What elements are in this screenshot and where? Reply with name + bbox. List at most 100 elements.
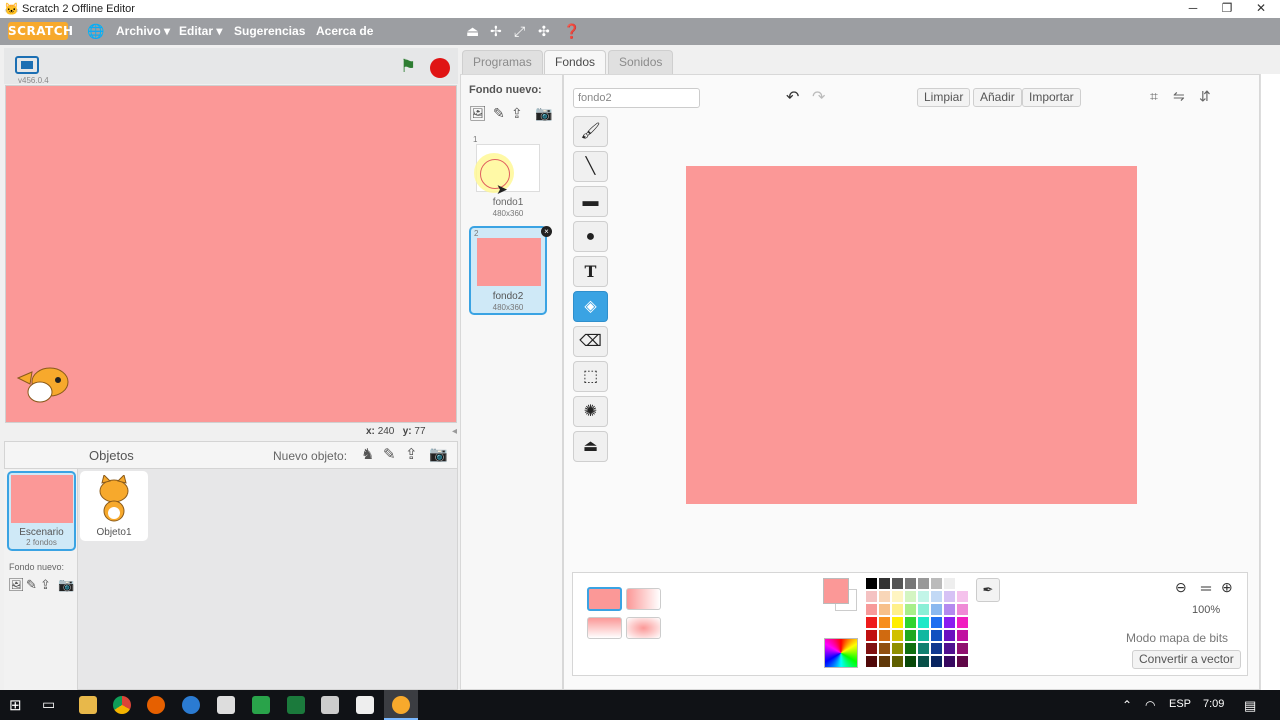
- shrink-icon[interactable]: ✣: [538, 23, 550, 40]
- fullscreen-icon[interactable]: [15, 56, 39, 74]
- fill-radial-gradient-option[interactable]: [626, 617, 661, 639]
- palette-swatch[interactable]: [931, 656, 942, 667]
- sprite-tile[interactable]: Objeto1: [80, 471, 148, 541]
- palette-swatch[interactable]: [957, 656, 968, 667]
- sprite-library-icon[interactable]: ♞: [361, 445, 374, 463]
- menu-sugerencias[interactable]: Sugerencias: [234, 24, 305, 38]
- clock[interactable]: 7:09: [1203, 698, 1224, 710]
- palette-swatch[interactable]: [957, 617, 968, 628]
- green-flag-icon[interactable]: ⚑: [400, 56, 416, 77]
- grow-icon[interactable]: ⤢: [514, 23, 525, 40]
- palette-swatch[interactable]: [944, 656, 955, 667]
- menu-editar[interactable]: Editar ▾: [179, 24, 222, 38]
- firefox-icon[interactable]: [147, 696, 165, 714]
- palette-swatch[interactable]: [957, 591, 968, 602]
- import-button[interactable]: Importar: [1022, 88, 1081, 107]
- ellipse-tool-icon[interactable]: ●: [573, 221, 608, 252]
- upload-sprite-icon[interactable]: ⇪: [405, 445, 418, 463]
- palette-swatch[interactable]: [905, 643, 916, 654]
- zoom-in-icon[interactable]: ⊕: [1221, 579, 1233, 596]
- cut-icon[interactable]: ✢: [490, 23, 502, 40]
- fill-horizontal-gradient-option[interactable]: [626, 588, 661, 610]
- palette-swatch[interactable]: [918, 578, 929, 589]
- palette-swatch[interactable]: [905, 578, 916, 589]
- palette-swatch[interactable]: [866, 591, 877, 602]
- file-explorer-icon[interactable]: [79, 696, 97, 714]
- notifications-icon[interactable]: ▤: [1244, 698, 1256, 714]
- globe-icon[interactable]: 🌐: [87, 23, 104, 40]
- palette-swatch[interactable]: [931, 578, 942, 589]
- costume-item-selected[interactable]: 2 fondo2 480x360 ×: [469, 226, 552, 315]
- stop-icon[interactable]: [430, 58, 450, 78]
- palette-swatch[interactable]: [905, 591, 916, 602]
- close-button[interactable]: ✕: [1244, 0, 1278, 18]
- minimize-button[interactable]: ─: [1176, 0, 1210, 18]
- browser-icon[interactable]: [182, 696, 200, 714]
- palette-swatch[interactable]: [879, 656, 890, 667]
- brush-tool-icon[interactable]: 🖌: [573, 116, 608, 147]
- palette-swatch[interactable]: [957, 643, 968, 654]
- palette-swatch[interactable]: [879, 643, 890, 654]
- upload-new-backdrop-icon[interactable]: ⇪: [511, 105, 523, 122]
- palette-swatch[interactable]: [879, 617, 890, 628]
- palette-swatch[interactable]: [944, 604, 955, 615]
- restore-button[interactable]: ❐: [1210, 0, 1244, 18]
- costume-item[interactable]: 1 ➤ fondo1 480x360: [470, 135, 546, 219]
- help-icon[interactable]: ❓: [563, 23, 580, 40]
- convert-to-vector-button[interactable]: Convertir a vector: [1132, 650, 1241, 669]
- add-button[interactable]: Añadir: [973, 88, 1022, 107]
- paint-new-backdrop-icon[interactable]: ✎: [493, 105, 505, 122]
- select-tool-icon[interactable]: ⬚: [573, 361, 608, 392]
- palette-swatch[interactable]: [879, 578, 890, 589]
- palette-swatch[interactable]: [905, 617, 916, 628]
- palette-swatch[interactable]: [918, 591, 929, 602]
- palette-swatch[interactable]: [905, 604, 916, 615]
- upload-backdrop-icon[interactable]: ⇪: [40, 577, 51, 593]
- stage[interactable]: [5, 85, 457, 423]
- palette-swatch[interactable]: [944, 591, 955, 602]
- stamp-icon[interactable]: ⏏: [466, 23, 479, 40]
- paint-sprite-icon[interactable]: ✎: [383, 445, 396, 463]
- line-tool-icon[interactable]: ╲: [573, 151, 608, 182]
- palette-swatch[interactable]: [892, 656, 903, 667]
- palette-swatch[interactable]: [944, 643, 955, 654]
- palette-swatch[interactable]: [892, 591, 903, 602]
- task-view-icon[interactable]: ▭: [42, 696, 55, 713]
- delete-costume-icon[interactable]: ×: [541, 226, 552, 237]
- app-green-icon[interactable]: [252, 696, 270, 714]
- window-icon[interactable]: [356, 696, 374, 714]
- wifi-icon[interactable]: ◠: [1145, 698, 1155, 712]
- palette-swatch[interactable]: [944, 630, 955, 641]
- palette-swatch[interactable]: [944, 578, 955, 589]
- palette-swatch[interactable]: [931, 591, 942, 602]
- palette-swatch[interactable]: [918, 643, 929, 654]
- palette-swatch[interactable]: [957, 578, 968, 589]
- palette-swatch[interactable]: [918, 604, 929, 615]
- color-palette[interactable]: [866, 578, 970, 670]
- scrollbar[interactable]: [1260, 74, 1280, 690]
- rectangle-tool-icon[interactable]: ▬: [573, 186, 608, 217]
- scratch-logo[interactable]: SCRATCH: [8, 22, 73, 40]
- palette-swatch[interactable]: [866, 604, 877, 615]
- language-indicator[interactable]: ESP: [1169, 698, 1191, 710]
- primary-color[interactable]: [823, 578, 849, 604]
- cat-sprite-icon[interactable]: [10, 358, 76, 412]
- paint-backdrop-icon[interactable]: ✎: [26, 577, 37, 593]
- fill-vertical-gradient-option[interactable]: [587, 617, 622, 639]
- palette-swatch[interactable]: [931, 643, 942, 654]
- eraser-tool-icon[interactable]: ⌫: [573, 326, 608, 357]
- palette-swatch[interactable]: [905, 630, 916, 641]
- palette-swatch[interactable]: [957, 630, 968, 641]
- palette-swatch[interactable]: [866, 656, 877, 667]
- fill-solid-option[interactable]: [587, 587, 622, 611]
- collapse-arrow-icon[interactable]: ◂: [452, 426, 457, 437]
- palette-swatch[interactable]: [918, 617, 929, 628]
- palette-swatch[interactable]: [866, 578, 877, 589]
- color-wheel-icon[interactable]: [824, 638, 858, 668]
- undo-icon[interactable]: ↶: [786, 87, 799, 107]
- calculator-icon[interactable]: [321, 696, 339, 714]
- tab-programas[interactable]: Programas: [462, 50, 543, 74]
- redo-icon[interactable]: ↷: [812, 87, 825, 107]
- excel-icon[interactable]: [287, 696, 305, 714]
- text-tool-icon[interactable]: T: [573, 256, 608, 287]
